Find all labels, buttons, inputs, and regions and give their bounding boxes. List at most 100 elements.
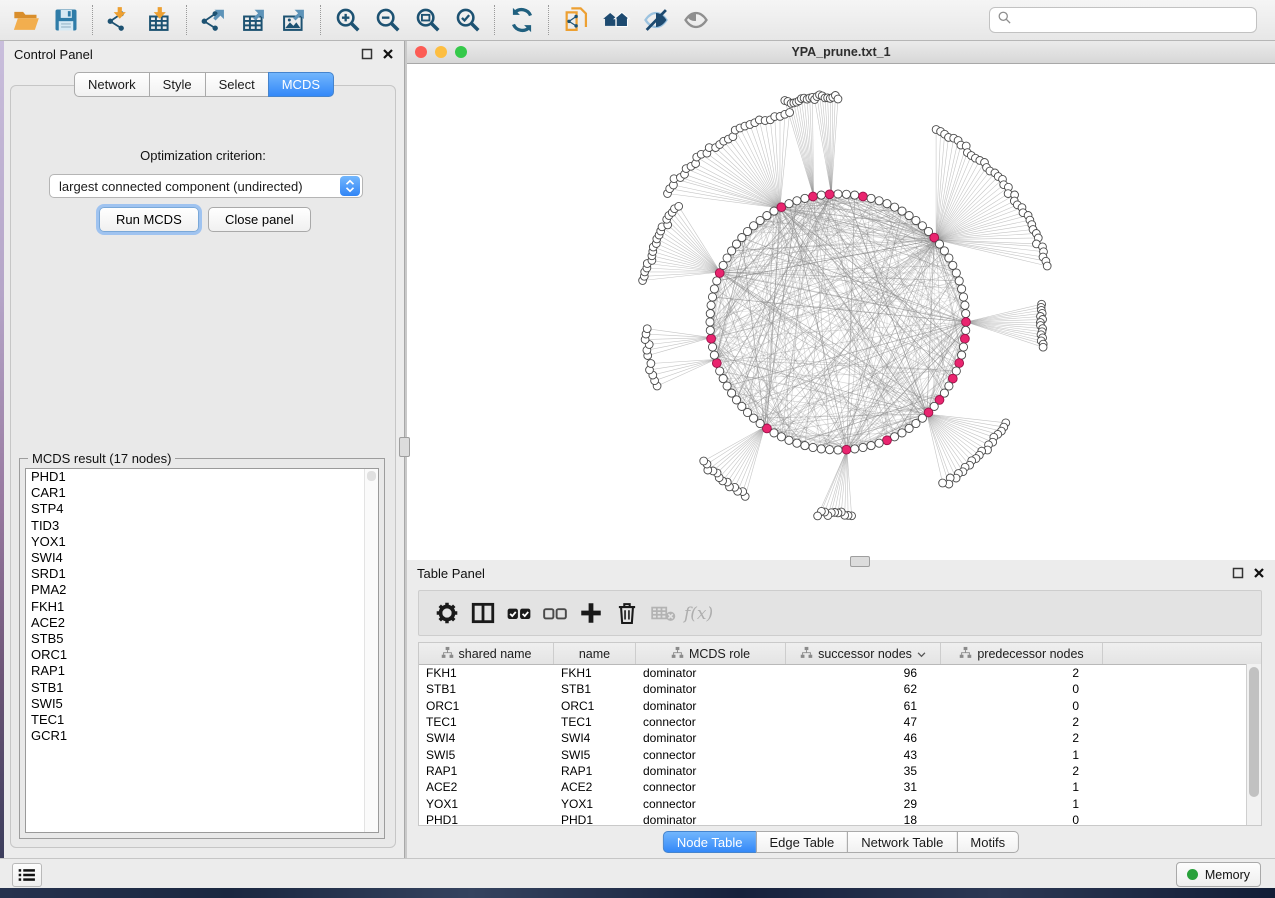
mcds-result-item[interactable]: STB5 [26,631,378,647]
float-window-icon[interactable] [1232,567,1244,579]
duplicate-network-button[interactable] [556,3,596,37]
memory-label: Memory [1205,868,1250,882]
table-row[interactable]: YOX1YOX1connector291 [419,795,1261,811]
column-header-name[interactable]: name [554,643,636,664]
mcds-result-item[interactable]: CAR1 [26,485,378,501]
mcds-list-scrollbar[interactable] [364,469,378,832]
import-network-button[interactable] [100,3,140,37]
mcds-result-item[interactable]: FKH1 [26,599,378,615]
deselect-all-checks-button[interactable] [537,595,573,631]
zoom-fit-button[interactable] [408,3,448,37]
table-scrollbar[interactable] [1246,664,1261,825]
toolbar-separator [186,5,188,35]
mcds-result-item[interactable]: TID3 [26,518,378,534]
refresh-button[interactable] [502,3,542,37]
hide-graphics-details-button[interactable] [636,3,676,37]
close-panel-button[interactable]: Close panel [208,207,311,232]
export-table-button[interactable] [234,3,274,37]
tab-edge-table[interactable]: Edge Table [755,831,848,853]
network-window-titlebar[interactable]: YPA_prune.txt_1 [407,41,1275,64]
mcds-result-item[interactable]: SWI5 [26,696,378,712]
table-row[interactable]: ORC1ORC1dominator610 [419,698,1261,714]
export-image-button[interactable] [274,3,314,37]
criterion-dropdown[interactable]: largest connected component (undirected) [49,174,363,198]
network-canvas[interactable] [407,64,1275,560]
table-scrollbar-thumb[interactable] [1249,667,1259,797]
mcds-result-item[interactable]: ACE2 [26,615,378,631]
search-icon [997,10,1012,30]
table-row[interactable]: SWI5SWI5connector431 [419,746,1261,762]
node-table: shared namenameMCDS rolesuccessor nodesp… [418,642,1262,826]
home-view-button[interactable] [596,3,636,37]
cell-name: ACE2 [554,780,636,794]
cell-MCDS-role: dominator [636,764,786,778]
cell-predecessor-nodes: 0 [941,682,1103,696]
tab-select[interactable]: Select [205,72,269,97]
control-panel-title: Control Panel [14,47,352,62]
vertical-splitter-handle[interactable] [399,437,410,457]
mcds-result-item[interactable]: PMA2 [26,582,378,598]
status-bar: Memory [0,858,1275,888]
run-mcds-button[interactable]: Run MCDS [99,207,199,232]
zoom-in-button[interactable] [328,3,368,37]
mcds-result-item[interactable]: STB1 [26,680,378,696]
cell-name: RAP1 [554,764,636,778]
network-title: YPA_prune.txt_1 [407,45,1275,59]
column-header-MCDS-role[interactable]: MCDS role [636,643,786,664]
mcds-result-item[interactable]: RAP1 [26,663,378,679]
chevron-down-icon[interactable] [917,647,926,661]
open-folder-button[interactable] [6,3,46,37]
column-header-shared-name[interactable]: shared name [419,643,554,664]
show-graphics-details-button[interactable] [676,3,716,37]
cell-shared-name: SWI5 [419,748,554,762]
split-columns-button[interactable] [465,595,501,631]
mcds-result-item[interactable]: TEC1 [26,712,378,728]
horizontal-splitter-handle[interactable] [850,556,870,567]
column-header-successor-nodes[interactable]: successor nodes [786,643,941,664]
zoom-out-button[interactable] [368,3,408,37]
close-panel-icon[interactable] [382,48,394,60]
mcds-result-item[interactable]: SRD1 [26,566,378,582]
settings-gear-button[interactable] [429,595,465,631]
table-row[interactable]: PHD1PHD1dominator180 [419,812,1261,828]
mcds-result-item[interactable]: PHD1 [26,469,378,485]
delete-column-button[interactable] [609,595,645,631]
table-row[interactable]: RAP1RAP1dominator352 [419,763,1261,779]
tab-node-table[interactable]: Node Table [663,831,757,853]
task-history-button[interactable] [12,863,42,887]
zoom-selected-button[interactable] [448,3,488,37]
select-all-checks-button[interactable] [501,595,537,631]
save-button[interactable] [46,3,86,37]
search-input[interactable] [1017,12,1256,29]
column-header-predecessor-nodes[interactable]: predecessor nodes [941,643,1103,664]
export-network-button[interactable] [194,3,234,37]
tab-style[interactable]: Style [149,72,206,97]
desktop-wallpaper-bottom [0,888,1275,898]
cell-predecessor-nodes: 2 [941,764,1103,778]
table-row[interactable]: FKH1FKH1dominator962 [419,665,1261,681]
import-table-button[interactable] [140,3,180,37]
table-row[interactable]: TEC1TEC1connector472 [419,714,1261,730]
toolbar-separator [548,5,550,35]
tab-network-table[interactable]: Network Table [847,831,957,853]
mcds-result-list[interactable]: PHD1CAR1STP4TID3YOX1SWI4SRD1PMA2FKH1ACE2… [25,468,379,833]
mcds-result-item[interactable]: SWI4 [26,550,378,566]
close-panel-icon[interactable] [1253,567,1265,579]
mcds-result-item[interactable]: STP4 [26,501,378,517]
table-row[interactable]: SWI4SWI4dominator462 [419,730,1261,746]
tab-mcds[interactable]: MCDS [268,72,334,97]
table-row[interactable]: STB1STB1dominator620 [419,681,1261,697]
table-row[interactable]: ACE2ACE2connector311 [419,779,1261,795]
add-column-button[interactable] [573,595,609,631]
float-window-icon[interactable] [361,48,373,60]
toolbar-separator [320,5,322,35]
table-body: FKH1FKH1dominator962STB1STB1dominator620… [419,665,1261,828]
mcds-result-item[interactable]: ORC1 [26,647,378,663]
cell-name: FKH1 [554,666,636,680]
tab-motifs[interactable]: Motifs [956,831,1019,853]
tab-network[interactable]: Network [74,72,150,97]
mcds-result-item[interactable]: YOX1 [26,534,378,550]
search-box[interactable] [989,7,1257,33]
mcds-result-item[interactable]: GCR1 [26,728,378,744]
memory-button[interactable]: Memory [1176,862,1261,887]
